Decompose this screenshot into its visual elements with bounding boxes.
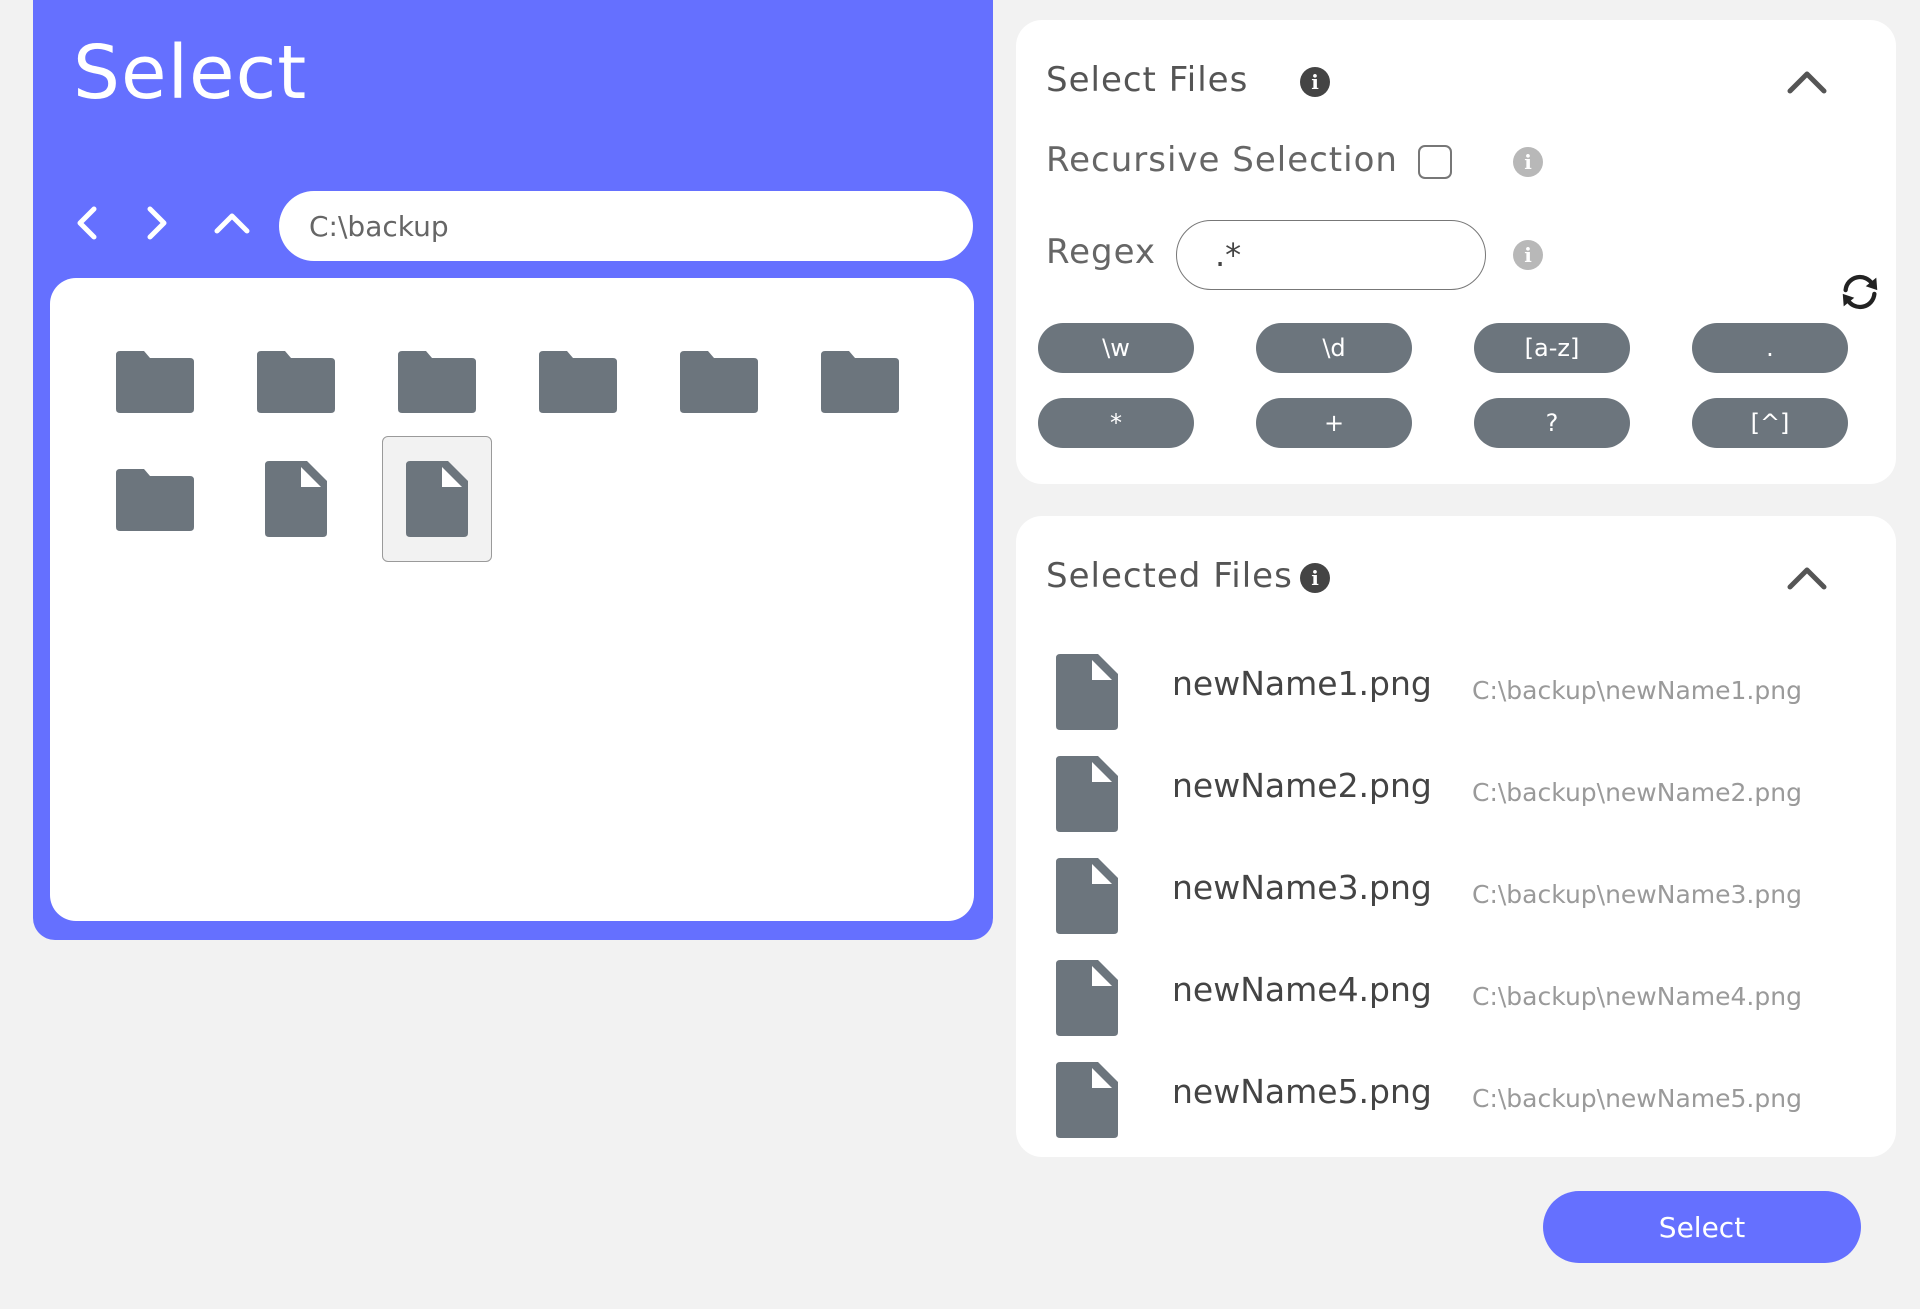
file-icon: [1056, 1062, 1118, 1138]
selected-file-row[interactable]: newName4.png C:\backup\newName4.png: [1056, 960, 1876, 1042]
folder-icon: [680, 351, 758, 413]
file-icon: [406, 461, 468, 537]
chevron-up-icon: [1787, 71, 1827, 94]
file-path: C:\backup\newName5.png: [1472, 1084, 1802, 1113]
folder-item[interactable]: [664, 318, 774, 444]
folder-icon: [398, 351, 476, 413]
selected-file-row[interactable]: newName1.png C:\backup\newName1.png: [1056, 654, 1876, 736]
regex-chip[interactable]: *: [1038, 398, 1194, 448]
recursive-selection-label: Recursive Selection: [1046, 140, 1398, 180]
info-icon[interactable]: i: [1300, 67, 1330, 97]
regex-label: Regex: [1046, 232, 1157, 272]
file-path: C:\backup\newName1.png: [1472, 676, 1802, 705]
select-button[interactable]: Select: [1543, 1191, 1861, 1263]
file-item[interactable]: [382, 436, 492, 562]
file-item[interactable]: [241, 436, 351, 562]
recursive-selection-checkbox[interactable]: [1418, 145, 1452, 179]
file-grid: [50, 278, 974, 921]
regex-chip[interactable]: \w: [1038, 323, 1194, 373]
path-input[interactable]: [279, 191, 973, 261]
folder-item[interactable]: [241, 318, 351, 444]
file-name: newName3.png: [1172, 868, 1432, 907]
folder-item[interactable]: [523, 318, 633, 444]
up-directory-button[interactable]: [207, 198, 257, 248]
file-icon: [1056, 858, 1118, 934]
selected-file-row[interactable]: newName2.png C:\backup\newName2.png: [1056, 756, 1876, 838]
chevron-left-icon: [77, 206, 97, 240]
collapse-selected-files-button[interactable]: [1782, 558, 1832, 598]
folder-item[interactable]: [100, 436, 210, 562]
folder-icon: [257, 351, 335, 413]
file-icon: [1056, 756, 1118, 832]
regex-chip[interactable]: ?: [1474, 398, 1630, 448]
file-icon: [1056, 654, 1118, 730]
browser-title: Select: [73, 30, 308, 116]
info-icon[interactable]: i: [1300, 563, 1330, 593]
back-button[interactable]: [63, 198, 113, 248]
regex-chip[interactable]: .: [1692, 323, 1848, 373]
select-files-card: Select Files i Recursive Selection i Reg…: [1016, 20, 1896, 484]
selected-file-row[interactable]: newName5.png C:\backup\newName5.png: [1056, 1062, 1876, 1144]
file-path: C:\backup\newName4.png: [1472, 982, 1802, 1011]
file-path: C:\backup\newName3.png: [1472, 880, 1802, 909]
folder-item[interactable]: [100, 318, 210, 444]
chevron-up-icon: [1787, 567, 1827, 590]
file-name: newName1.png: [1172, 664, 1432, 703]
info-icon[interactable]: i: [1513, 147, 1543, 177]
file-name: newName4.png: [1172, 970, 1432, 1009]
folder-icon: [821, 351, 899, 413]
select-files-title: Select Files: [1046, 60, 1249, 100]
folder-icon: [116, 469, 194, 531]
refresh-button[interactable]: [1836, 268, 1884, 316]
selected-files-card: Selected Files i newName1.png C:\backup\n…: [1016, 516, 1896, 1157]
file-name: newName5.png: [1172, 1072, 1432, 1111]
file-select-dialog: Select Select Files i Recursive: [0, 0, 1920, 1309]
forward-button[interactable]: [131, 198, 181, 248]
info-icon[interactable]: i: [1513, 240, 1543, 270]
file-icon: [265, 461, 327, 537]
file-name: newName2.png: [1172, 766, 1432, 805]
folder-icon: [116, 351, 194, 413]
selected-file-row[interactable]: newName3.png C:\backup\newName3.png: [1056, 858, 1876, 940]
selected-files-title: Selected Files: [1046, 556, 1293, 596]
regex-chip[interactable]: \d: [1256, 323, 1412, 373]
file-icon: [1056, 960, 1118, 1036]
folder-item[interactable]: [382, 318, 492, 444]
folder-icon: [539, 351, 617, 413]
regex-chip[interactable]: [a-z]: [1474, 323, 1630, 373]
chevron-right-icon: [147, 206, 167, 240]
file-browser-panel: Select: [33, 0, 993, 940]
regex-input[interactable]: [1176, 220, 1486, 290]
regex-chip[interactable]: [^]: [1692, 398, 1848, 448]
refresh-icon: [1842, 274, 1878, 310]
file-path: C:\backup\newName2.png: [1472, 778, 1802, 807]
chevron-up-icon: [214, 213, 250, 234]
collapse-select-files-button[interactable]: [1782, 62, 1832, 102]
regex-chip[interactable]: +: [1256, 398, 1412, 448]
folder-item[interactable]: [805, 318, 915, 444]
